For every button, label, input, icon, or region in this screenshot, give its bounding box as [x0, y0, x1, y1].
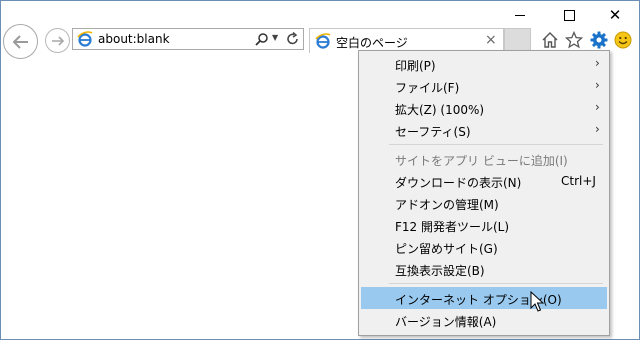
home-button[interactable]: [540, 30, 560, 50]
mouse-cursor-icon: [530, 291, 544, 312]
tools-button[interactable]: [589, 30, 609, 50]
chevron-right-icon: ›: [595, 78, 600, 92]
menu-item-file[interactable]: ファイル(F) ›: [361, 75, 607, 97]
chevron-right-icon: ›: [595, 122, 600, 136]
refresh-icon[interactable]: [286, 32, 300, 46]
menu-separator: [389, 283, 603, 284]
chevron-right-icon: ›: [595, 56, 600, 70]
menu-item-print[interactable]: 印刷(P) ›: [361, 53, 607, 75]
menu-item-safety[interactable]: セーフティ(S) ›: [361, 119, 607, 141]
menu-item-add-site-app-view: サイトをアプリ ビューに追加(I): [395, 154, 568, 168]
close-tab-icon[interactable]: ×: [485, 32, 497, 48]
menu-item-manage-addons[interactable]: アドオンの管理(M): [361, 192, 607, 214]
tools-menu: 印刷(P) › ファイル(F) › 拡大(Z) (100%) › セーフティ(S…: [358, 50, 610, 336]
forward-button[interactable]: [45, 28, 70, 53]
menu-item-zoom[interactable]: 拡大(Z) (100%) ›: [361, 97, 607, 119]
internet-explorer-icon: [77, 31, 93, 47]
star-icon: [565, 31, 583, 49]
minimize-button[interactable]: [508, 4, 532, 26]
chevron-down-icon[interactable]: ▼: [272, 33, 278, 42]
url-text[interactable]: about:blank: [98, 32, 170, 46]
close-window-button[interactable]: ✕: [603, 4, 627, 26]
address-bar[interactable]: about:blank ▼: [72, 28, 304, 50]
maximize-button[interactable]: [557, 4, 581, 26]
tab-title: 空白のページ: [336, 36, 408, 50]
menu-shortcut: Ctrl+J: [561, 174, 596, 188]
back-button[interactable]: [3, 24, 38, 59]
menu-separator: [389, 144, 603, 145]
back-arrow-icon: [12, 34, 28, 49]
menu-item-internet-options[interactable]: インターネット オプション(O): [361, 287, 607, 309]
home-icon: [542, 32, 558, 48]
menu-item-pinned-sites[interactable]: ピン留めサイト(G): [361, 236, 607, 258]
smiley-icon: [614, 31, 632, 49]
maximize-icon: [563, 9, 575, 21]
menu-item-compat-view[interactable]: 互換表示設定(B): [361, 258, 607, 280]
search-icon[interactable]: [255, 32, 269, 46]
minimize-icon: [515, 14, 525, 16]
close-icon: ✕: [608, 6, 622, 24]
menu-item-about[interactable]: バージョン情報(A): [361, 309, 607, 331]
feedback-button[interactable]: [613, 30, 633, 50]
favorites-button[interactable]: [564, 30, 584, 50]
menu-item-view-downloads[interactable]: ダウンロードの表示(N) Ctrl+J: [361, 170, 607, 192]
forward-arrow-icon: [51, 35, 64, 46]
menu-item-dev-tools[interactable]: F12 開発者ツール(L): [361, 214, 607, 236]
gear-icon: [590, 31, 608, 49]
internet-explorer-icon: [315, 33, 331, 49]
chevron-right-icon: ›: [595, 100, 600, 114]
